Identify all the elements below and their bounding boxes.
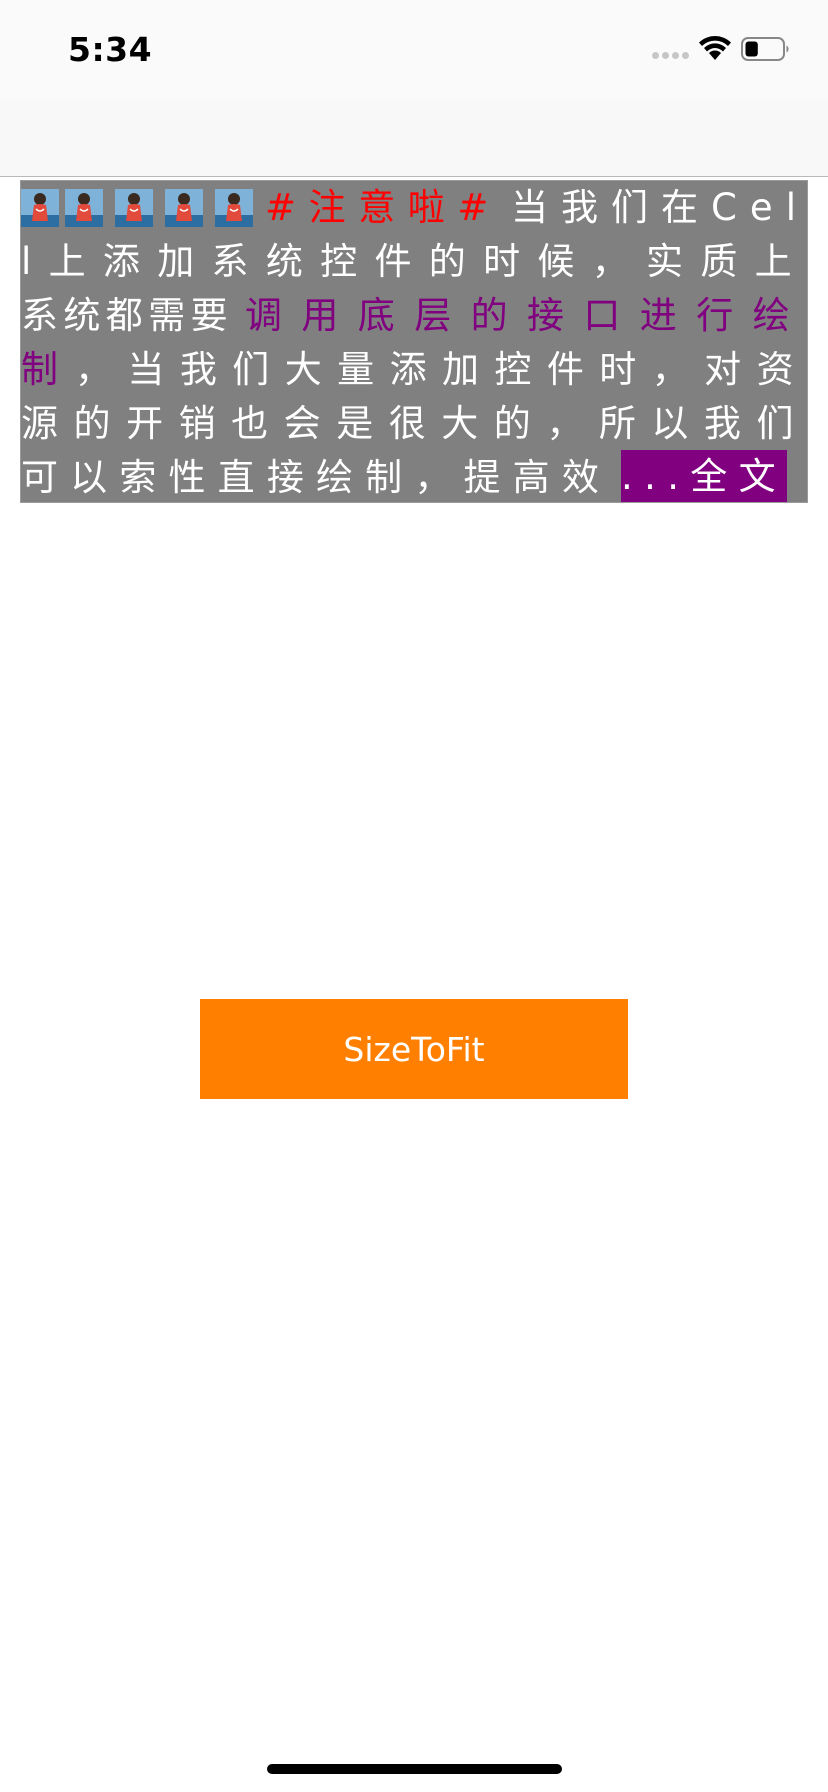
cellular-signal-icon — [652, 52, 692, 62]
text-line: 制 ，当我们大量添加控件时，对资 — [21, 343, 808, 397]
body-text-segment: 源的开销也会是很大的，所以我们 — [21, 402, 808, 445]
woman-avatar-emoji-icon — [165, 189, 203, 227]
text-line: l上添加系统控件的时候，实质上 — [21, 235, 808, 289]
navigation-bar — [0, 100, 828, 177]
link-text[interactable]: 制 — [21, 343, 61, 397]
body-text-segment: 当我们在Cel — [511, 186, 808, 229]
read-more-label[interactable]: ...全文 — [621, 450, 787, 502]
body-text-segment: ，当我们大量添加控件时，对资 — [75, 348, 808, 391]
status-bar: 5:34 — [0, 0, 828, 100]
battery-icon — [741, 37, 789, 61]
read-more-button[interactable]: ...全文 — [621, 450, 787, 502]
body-text-segment: 可以索性直接绘制，提高效 — [21, 456, 611, 499]
woman-avatar-emoji-icon — [21, 189, 59, 227]
text-line: 系统都需要 调用底层的接口进行绘 — [21, 289, 807, 343]
size-to-fit-button[interactable]: SizeToFit — [200, 999, 628, 1099]
link-text[interactable]: 调用底层的接口进行绘 — [245, 289, 807, 343]
home-indicator[interactable] — [267, 1764, 562, 1774]
body-text-segment: l上添加系统控件的时候，实质上 — [21, 240, 808, 283]
woman-avatar-emoji-icon — [115, 189, 153, 227]
wifi-icon — [699, 36, 731, 60]
body-text-segment: 系统都需要 — [21, 294, 233, 337]
status-time: 5:34 — [68, 30, 153, 69]
woman-avatar-emoji-icon — [65, 189, 103, 227]
text-line: 源的开销也会是很大的，所以我们 — [21, 397, 808, 451]
woman-avatar-emoji-icon — [215, 189, 253, 227]
rich-text-card[interactable]: #注意啦# 当我们在Cel l上添加系统控件的时候，实质上 系统都需要 调用底层… — [20, 180, 808, 503]
text-line: #注意啦# 当我们在Cel — [21, 181, 808, 235]
hashtag-label[interactable]: #注意啦# — [265, 181, 501, 235]
